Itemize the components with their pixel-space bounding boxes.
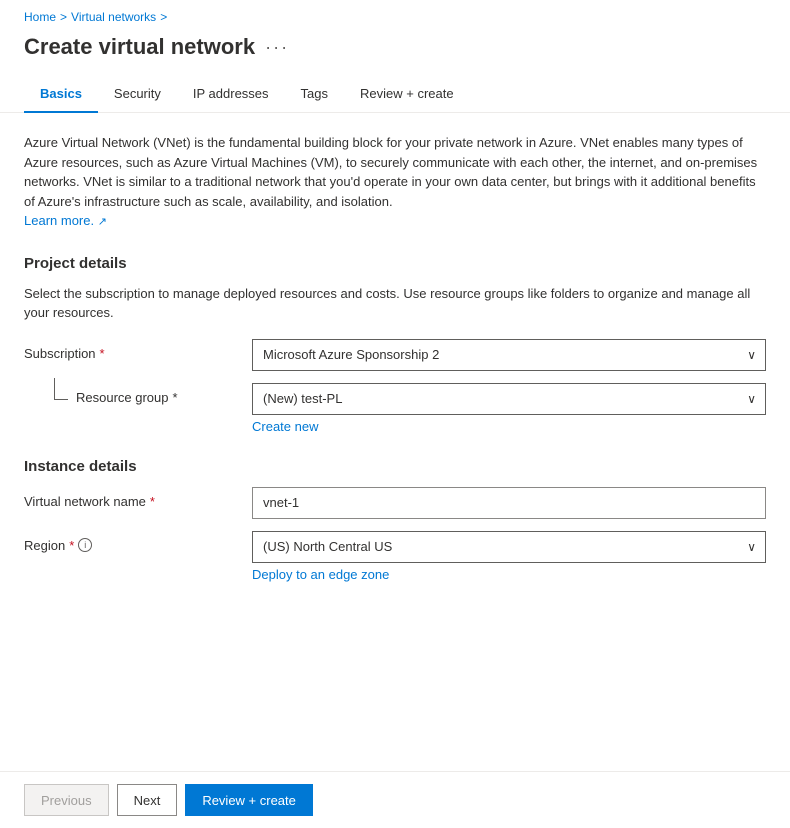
page-header: Create virtual network ··· xyxy=(0,30,790,76)
subscription-required: * xyxy=(100,346,105,361)
tabs-bar: Basics Security IP addresses Tags Review… xyxy=(0,76,790,113)
subscription-select-wrap: Microsoft Azure Sponsorship 2 xyxy=(252,339,766,371)
resource-group-label-wrap: Resource group * xyxy=(24,383,244,405)
deploy-edge-zone-link[interactable]: Deploy to an edge zone xyxy=(252,567,766,582)
external-link-icon: ↗ xyxy=(98,216,107,228)
subscription-row: Subscription * Microsoft Azure Sponsorsh… xyxy=(24,339,766,371)
breadcrumb-virtual-networks[interactable]: Virtual networks xyxy=(71,10,156,24)
project-details-section: Project details Select the subscription … xyxy=(24,255,766,434)
resource-group-required: * xyxy=(173,390,178,405)
resource-group-select-wrap: (New) test-PL xyxy=(252,383,766,415)
learn-more-link[interactable]: Learn more. ↗ xyxy=(24,213,107,228)
page-title: Create virtual network xyxy=(24,34,255,60)
region-control: (US) North Central US Deploy to an edge … xyxy=(252,531,766,582)
subscription-control: Microsoft Azure Sponsorship 2 xyxy=(252,339,766,371)
resource-group-control: (New) test-PL Create new xyxy=(252,383,766,434)
previous-button[interactable]: Previous xyxy=(24,784,109,816)
create-new-link[interactable]: Create new xyxy=(252,419,766,434)
subscription-label: Subscription * xyxy=(24,339,244,361)
instance-details-title: Instance details xyxy=(24,458,766,475)
tab-tags[interactable]: Tags xyxy=(285,76,344,113)
vnet-name-label-text: Virtual network name xyxy=(24,494,146,509)
vnet-name-row: Virtual network name * xyxy=(24,487,766,519)
region-label: Region * i xyxy=(24,531,244,553)
rg-tree-line xyxy=(54,378,68,400)
breadcrumb: Home > Virtual networks > xyxy=(0,0,790,30)
description-text: Azure Virtual Network (VNet) is the fund… xyxy=(24,135,757,209)
more-options-icon[interactable]: ··· xyxy=(265,37,289,58)
region-row: Region * i (US) North Central US Deploy … xyxy=(24,531,766,582)
region-label-text: Region xyxy=(24,538,65,553)
project-details-title: Project details xyxy=(24,255,766,272)
subscription-label-text: Subscription xyxy=(24,346,96,361)
resource-group-label-text: Resource group xyxy=(76,390,169,405)
vnet-name-label: Virtual network name * xyxy=(24,487,244,509)
review-create-button[interactable]: Review + create xyxy=(185,784,313,816)
vnet-name-required: * xyxy=(150,494,155,509)
learn-more-text: Learn more. xyxy=(24,213,94,228)
region-select[interactable]: (US) North Central US xyxy=(252,531,766,563)
main-content: Azure Virtual Network (VNet) is the fund… xyxy=(0,113,790,614)
resource-group-row: Resource group * (New) test-PL Create ne… xyxy=(24,383,766,434)
subscription-select[interactable]: Microsoft Azure Sponsorship 2 xyxy=(252,339,766,371)
next-button[interactable]: Next xyxy=(117,784,178,816)
breadcrumb-home[interactable]: Home xyxy=(24,10,56,24)
tab-ip-addresses[interactable]: IP addresses xyxy=(177,76,285,113)
vnet-name-control xyxy=(252,487,766,519)
project-details-desc: Select the subscription to manage deploy… xyxy=(24,284,766,323)
region-info-icon[interactable]: i xyxy=(78,538,92,552)
tab-review-create[interactable]: Review + create xyxy=(344,76,470,113)
tab-security[interactable]: Security xyxy=(98,76,177,113)
breadcrumb-sep1: > xyxy=(60,10,67,24)
breadcrumb-sep2: > xyxy=(160,10,167,24)
footer: Previous Next Review + create xyxy=(0,771,790,828)
tab-basics[interactable]: Basics xyxy=(24,76,98,113)
instance-details-section: Instance details Virtual network name * … xyxy=(24,458,766,582)
resource-group-select[interactable]: (New) test-PL xyxy=(252,383,766,415)
vnet-name-input[interactable] xyxy=(252,487,766,519)
description-box: Azure Virtual Network (VNet) is the fund… xyxy=(24,133,766,231)
region-select-wrap: (US) North Central US xyxy=(252,531,766,563)
region-required: * xyxy=(69,538,74,553)
